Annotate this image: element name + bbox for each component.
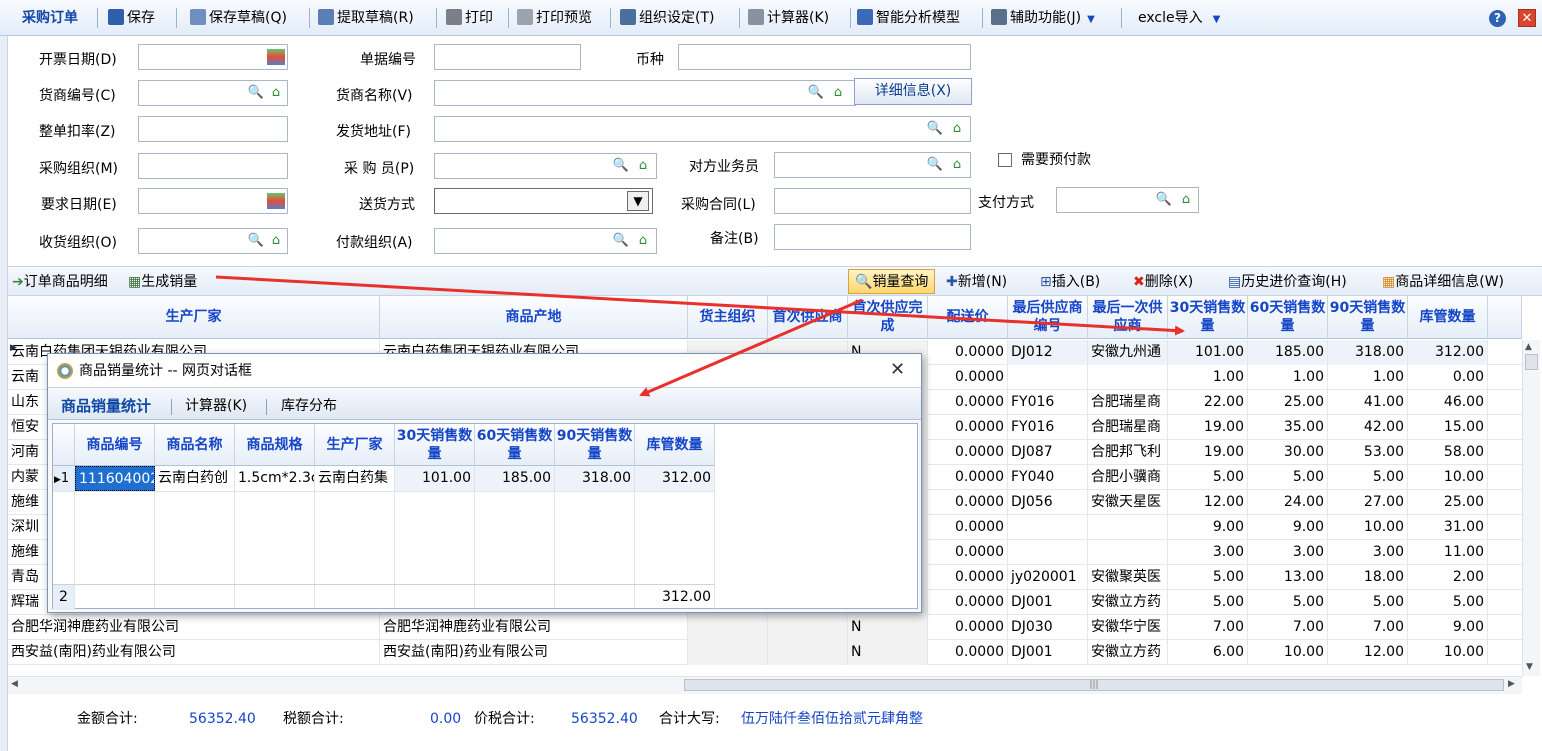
annotation-arrows xyxy=(215,275,1185,397)
arrow-to-sales-columns xyxy=(215,275,1185,336)
arrow-to-dialog xyxy=(639,298,863,397)
